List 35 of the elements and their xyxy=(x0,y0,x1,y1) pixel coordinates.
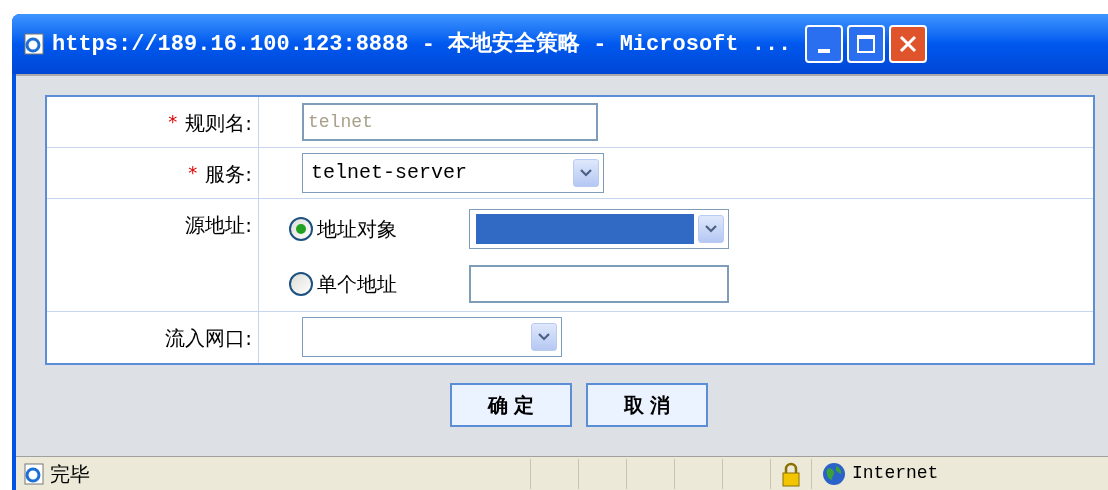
minimize-icon xyxy=(818,49,831,53)
dropdown-button[interactable] xyxy=(531,323,557,351)
minimize-button[interactable] xyxy=(805,25,844,63)
dropdown-button[interactable] xyxy=(698,215,724,243)
required-mark: * xyxy=(188,161,198,185)
field-label: 流入网口: xyxy=(165,325,252,352)
dropdown-field[interactable] xyxy=(469,209,729,249)
lock-icon xyxy=(781,460,801,487)
dropdown-field[interactable] xyxy=(302,317,562,357)
chevron-icon xyxy=(580,169,592,177)
chevron-icon xyxy=(538,333,550,341)
radio-label: 地址对象 xyxy=(317,216,397,243)
chevron-icon xyxy=(705,225,717,233)
maximize-icon xyxy=(857,35,876,53)
dropdown-button[interactable] xyxy=(573,159,599,187)
radio-button[interactable] xyxy=(289,217,313,241)
zone-text: Internet xyxy=(852,462,939,485)
field-label: 服务: xyxy=(205,161,252,188)
dialog-button[interactable]: 取 消 xyxy=(586,383,708,427)
window-title: https://189.16.100.123:8888 - 本地安全策略 - Microsoft ... xyxy=(52,30,792,59)
maximize-button[interactable] xyxy=(847,25,886,63)
status-text: 完毕 xyxy=(50,460,91,488)
field-label: 规则名: xyxy=(185,110,252,137)
field-label: 源地址: xyxy=(185,212,252,239)
page-icon xyxy=(22,461,46,486)
globe-icon xyxy=(822,461,846,486)
radio-label: 单个地址 xyxy=(317,271,397,298)
text-field[interactable] xyxy=(469,265,729,303)
close-icon xyxy=(899,35,918,53)
dialog-button[interactable]: 确 定 xyxy=(450,383,572,427)
radio-button[interactable] xyxy=(289,272,313,296)
browser-icon xyxy=(22,32,46,56)
required-mark: * xyxy=(168,110,178,134)
close-button[interactable] xyxy=(889,25,928,63)
dropdown-field[interactable]: telnet-server xyxy=(302,153,604,193)
